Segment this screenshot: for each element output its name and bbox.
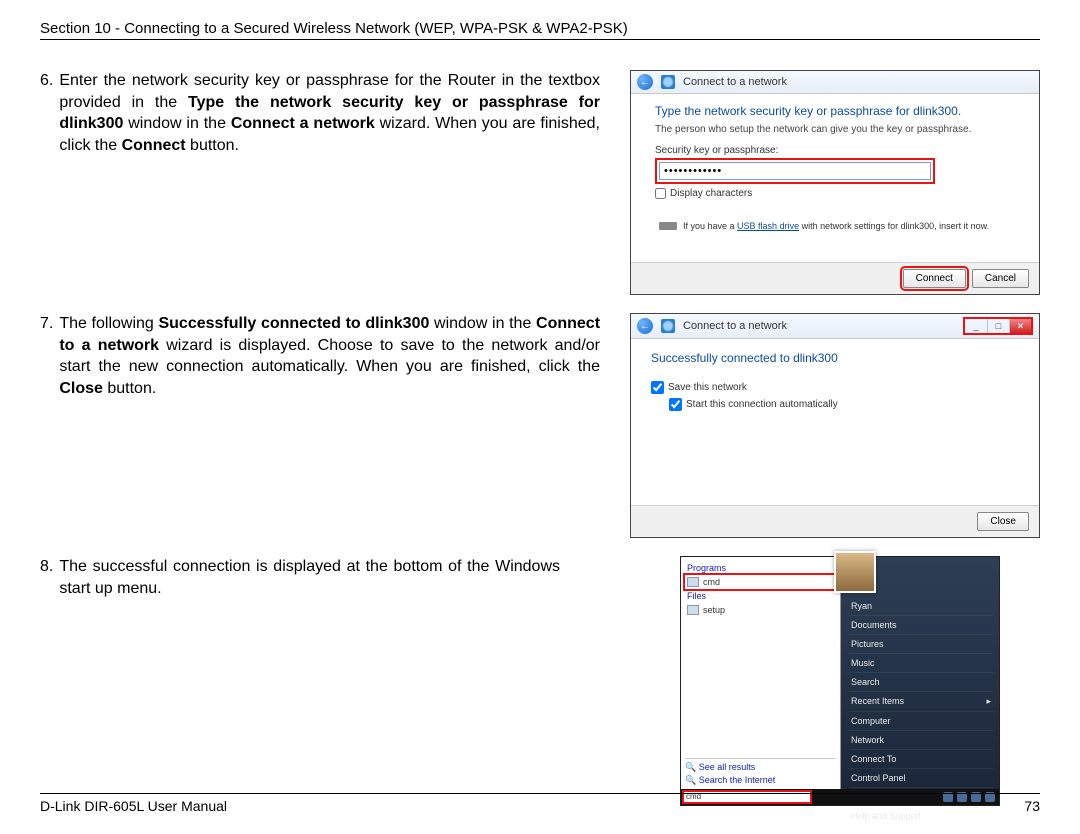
text-bold: Connect	[122, 137, 186, 154]
start-menu-right: Ryan Documents Pictures Music Search Rec…	[841, 557, 999, 805]
step-6-number: 6.	[40, 70, 53, 156]
menu-item[interactable]: Connect To	[849, 750, 993, 769]
cancel-button[interactable]: Cancel	[972, 269, 1029, 288]
back-icon[interactable]: ←	[637, 318, 653, 334]
text-bold: Connect a network	[231, 115, 375, 132]
text-bold: Close	[59, 380, 103, 397]
dialog-title: Connect to a network	[683, 76, 787, 88]
page-number: 73	[1024, 798, 1040, 814]
display-characters-checkbox[interactable]	[655, 188, 666, 199]
step-6-text: 6. Enter the network security key or pas…	[40, 70, 600, 156]
menu-item[interactable]: Control Panel	[849, 769, 993, 788]
save-network-label: Save this network	[668, 382, 747, 393]
chevron-right-icon: ▸	[986, 696, 991, 707]
text: with network settings for dlink300, inse…	[799, 221, 989, 231]
text: If you have a	[683, 221, 737, 231]
autostart-checkbox[interactable]	[669, 398, 682, 411]
menu-item[interactable]: Music	[849, 654, 993, 673]
display-characters-label: Display characters	[670, 188, 752, 199]
menu-item[interactable]: Pictures	[849, 635, 993, 654]
passphrase-input[interactable]	[659, 162, 931, 180]
usb-flash-drive-link[interactable]: USB flash drive	[737, 221, 799, 231]
start-menu: Programs cmd Files setup 🔍 See all resul…	[680, 556, 1000, 806]
save-network-row[interactable]: Save this network	[651, 381, 1023, 394]
connect-button[interactable]: Connect	[903, 269, 966, 288]
usb-icon	[659, 222, 677, 230]
network-icon	[661, 75, 675, 89]
text: button.	[103, 380, 156, 397]
dialog-titlebar: ← Connect to a network _ □ ✕	[631, 314, 1039, 339]
item-label: cmd	[703, 577, 720, 587]
passphrase-highlight	[655, 158, 935, 184]
back-icon[interactable]: ←	[637, 74, 653, 90]
menu-item[interactable]: Network	[849, 731, 993, 750]
usb-hint: If you have a USB flash drive with netwo…	[655, 221, 1023, 231]
dialog-connected: ← Connect to a network _ □ ✕ Successfull…	[630, 313, 1040, 538]
see-all-results-link[interactable]: 🔍 See all results	[685, 761, 836, 774]
save-network-checkbox[interactable]	[651, 381, 664, 394]
menu-item[interactable]: Ryan	[849, 597, 993, 616]
item-label: setup	[703, 605, 725, 615]
step-7-number: 7.	[40, 313, 53, 399]
text: The following	[59, 315, 158, 332]
menu-item[interactable]: Computer	[849, 712, 993, 731]
programs-header: Programs	[687, 563, 836, 573]
step-8-text: 8. The successful connection is displaye…	[40, 556, 560, 599]
dialog-heading: Successfully connected to dlink300	[651, 351, 1023, 365]
maximize-button[interactable]: □	[987, 319, 1009, 333]
dialog-titlebar: ← Connect to a network	[631, 71, 1039, 94]
autostart-label: Start this connection automatically	[686, 399, 838, 410]
program-item-cmd[interactable]: cmd	[685, 575, 836, 589]
files-header: Files	[687, 591, 836, 601]
file-item-setup[interactable]: setup	[685, 603, 836, 617]
page-footer: D-Link DIR-605L User Manual 73	[40, 793, 1040, 814]
avatar	[834, 551, 876, 593]
dialog-footer: Close	[631, 505, 1039, 537]
network-icon	[661, 319, 675, 333]
dialog-connect-passphrase: ← Connect to a network Type the network …	[630, 70, 1040, 295]
step-8-number: 8.	[40, 556, 53, 599]
menu-item[interactable]: Documents	[849, 616, 993, 635]
dialog-subtext: The person who setup the network can giv…	[655, 124, 1023, 135]
text: button.	[186, 137, 239, 154]
step-7-text: 7. The following Successfully connected …	[40, 313, 600, 399]
passphrase-label: Security key or passphrase:	[655, 145, 1023, 156]
dialog-title: Connect to a network	[683, 320, 787, 332]
close-button[interactable]: ✕	[1009, 319, 1031, 333]
page-header: Section 10 - Connecting to a Secured Wir…	[40, 20, 1040, 40]
display-characters-row[interactable]: Display characters	[655, 188, 1023, 199]
file-icon	[687, 605, 699, 615]
text: The successful connection is displayed a…	[59, 558, 560, 597]
manual-title: D-Link DIR-605L User Manual	[40, 798, 227, 814]
window-controls-highlight: _ □ ✕	[963, 317, 1033, 335]
menu-item[interactable]: Recent Items▸	[849, 692, 993, 712]
dialog-footer: Connect Cancel	[631, 262, 1039, 294]
autostart-row[interactable]: Start this connection automatically	[669, 398, 1023, 411]
menu-item[interactable]: Search	[849, 673, 993, 692]
text-bold: Successfully connected to dlink300	[158, 315, 429, 332]
text: window in the	[429, 315, 536, 332]
start-menu-left: Programs cmd Files setup 🔍 See all resul…	[681, 557, 841, 805]
app-icon	[687, 577, 699, 587]
search-internet-link[interactable]: 🔍 Search the Internet	[685, 774, 836, 787]
close-dialog-button[interactable]: Close	[977, 512, 1029, 531]
minimize-button[interactable]: _	[965, 319, 987, 333]
start-menu-footer-links: 🔍 See all results 🔍 Search the Internet	[685, 758, 836, 787]
text: window in the	[123, 115, 230, 132]
dialog-heading: Type the network security key or passphr…	[655, 104, 1023, 118]
